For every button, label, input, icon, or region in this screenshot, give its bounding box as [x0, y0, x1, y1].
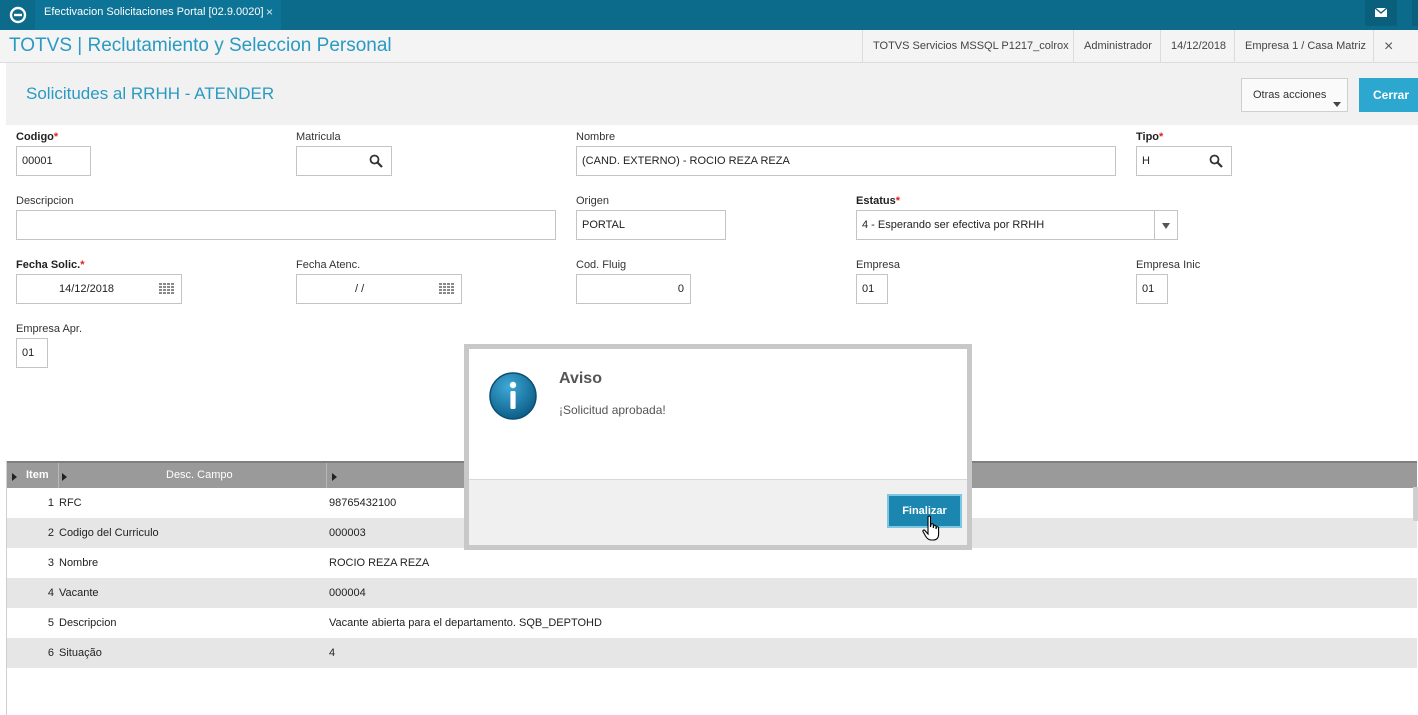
- tab-label: Efectivacion Solicitaciones Portal [02.9…: [44, 6, 264, 18]
- info-icon: [489, 372, 537, 420]
- empresa-apr-label: Empresa Apr.: [16, 323, 83, 335]
- row-desc: RFC: [59, 497, 82, 509]
- estatus-select[interactable]: 4 - Esperando ser efectiva por RRHH: [856, 210, 1178, 240]
- exit-button[interactable]: × Ex: [1373, 30, 1418, 87]
- user-info[interactable]: Administrador: [1073, 30, 1162, 63]
- row-value: 4: [329, 647, 336, 659]
- dropdown-divider: [1154, 211, 1155, 239]
- company-info[interactable]: Empresa 1 / Casa Matriz: [1234, 30, 1376, 63]
- otras-acciones-button[interactable]: Otras acciones: [1241, 78, 1348, 112]
- row-desc: Codigo del Curriculo: [59, 527, 159, 539]
- table-row[interactable]: 3 Nombre ROCIO REZA REZA: [7, 548, 1417, 578]
- dialog-body: Aviso ¡Solicitud aprobada!: [469, 349, 967, 479]
- tab-close-icon[interactable]: ×: [266, 0, 273, 24]
- column-label: Item: [26, 469, 49, 481]
- fecha-solic-value: 14/12/2018: [59, 283, 115, 295]
- dialog-title: Aviso: [559, 370, 602, 387]
- tab-efectivacion[interactable]: Efectivacion Solicitaciones Portal [02.9…: [35, 0, 281, 30]
- empresa-label: Empresa: [856, 259, 901, 271]
- otras-acciones-label: Otras acciones: [1253, 89, 1327, 101]
- mail-button[interactable]: [1365, 0, 1397, 26]
- mail-icon: [1374, 7, 1388, 17]
- chevron-down-icon: [1333, 102, 1341, 107]
- totvs-logo-icon[interactable]: [8, 5, 28, 25]
- top-bar: Efectivacion Solicitaciones Portal [02.9…: [0, 0, 1418, 30]
- app-header: TOTVS | Reclutamiento y Seleccion Person…: [0, 30, 1418, 87]
- search-icon[interactable]: [369, 154, 383, 168]
- fecha-solic-field[interactable]: 14/12/2018: [16, 274, 182, 304]
- chevron-down-icon[interactable]: [1162, 223, 1170, 229]
- fecha-atenc-label: Fecha Atenc.: [296, 259, 361, 271]
- empresa-apr-field[interactable]: 01: [16, 338, 48, 368]
- cerrar-button[interactable]: Cerrar: [1359, 78, 1418, 112]
- fecha-solic-label: Fecha Solic.*: [16, 259, 85, 271]
- close-icon: ×: [1384, 38, 1394, 55]
- tipo-value: H: [1142, 155, 1150, 167]
- estatus-value: 4 - Esperando ser efectiva por RRHH: [862, 219, 1045, 231]
- empresa-inic-field[interactable]: 01: [1136, 274, 1168, 304]
- row-item: 2: [47, 527, 54, 539]
- column-header-desc[interactable]: Desc. Campo: [59, 463, 327, 488]
- cod-fluig-label: Cod. Fluig: [576, 259, 627, 271]
- table-row[interactable]: 4 Vacante 000004: [7, 578, 1417, 608]
- row-value: Vacante abierta para el departamento. SQ…: [329, 617, 602, 629]
- calendar-icon[interactable]: [159, 283, 175, 296]
- origen-field[interactable]: PORTAL: [576, 210, 726, 240]
- tipo-field[interactable]: H: [1136, 146, 1232, 176]
- hand-cursor-icon: [922, 515, 940, 541]
- matricula-label: Matricula: [296, 131, 341, 143]
- grid-scrollbar[interactable]: [1413, 487, 1418, 521]
- aviso-dialog: Aviso ¡Solicitud aprobada! Finalizar: [464, 344, 972, 550]
- fecha-atenc-field[interactable]: / /: [296, 274, 462, 304]
- row-desc: Vacante: [59, 587, 99, 599]
- empresa-field[interactable]: 01: [856, 274, 888, 304]
- estatus-label: Estatus*: [856, 195, 901, 207]
- topbar-edge: [1412, 0, 1418, 26]
- tipo-label: Tipo*: [1136, 131, 1164, 143]
- row-item: 4: [47, 587, 54, 599]
- row-item: 1: [47, 497, 54, 509]
- app-title: TOTVS | Reclutamiento y Seleccion Person…: [9, 35, 392, 56]
- codigo-field[interactable]: 00001: [16, 146, 91, 176]
- search-icon[interactable]: [1209, 154, 1223, 168]
- nombre-field[interactable]: (CAND. EXTERNO) - ROCIO REZA REZA: [576, 146, 1116, 176]
- row-item: 6: [47, 647, 54, 659]
- expand-icon: [62, 473, 67, 481]
- form-header: Solicitudes al RRHH - ATENDER: [6, 63, 1418, 125]
- row-desc: Nombre: [59, 557, 99, 569]
- origen-label: Origen: [576, 195, 610, 207]
- row-item: 5: [47, 617, 54, 629]
- empresa-inic-label: Empresa Inic: [1136, 259, 1201, 271]
- column-label: Desc. Campo: [166, 469, 233, 481]
- nombre-label: Nombre: [576, 131, 616, 143]
- row-desc: Situação: [59, 647, 102, 659]
- descripcion-label: Descripcion: [16, 195, 74, 207]
- table-row[interactable]: 5 Descripcion Vacante abierta para el de…: [7, 608, 1417, 638]
- date-info[interactable]: 14/12/2018: [1160, 30, 1236, 63]
- table-row[interactable]: 6 Situação 4: [7, 638, 1417, 668]
- descripcion-field[interactable]: [16, 210, 556, 240]
- calendar-icon[interactable]: [439, 283, 455, 296]
- expand-icon: [332, 473, 337, 481]
- row-value: ROCIO REZA REZA: [329, 557, 430, 569]
- row-value: 000003: [329, 527, 366, 539]
- dialog-message: ¡Solicitud aprobada!: [559, 403, 666, 417]
- row-item: 3: [47, 557, 54, 569]
- server-info[interactable]: TOTVS Servicios MSSQL P1217_colrox: [862, 30, 1079, 63]
- column-header-item[interactable]: Item: [7, 463, 59, 488]
- page-title: Solicitudes al RRHH - ATENDER: [26, 84, 275, 103]
- matricula-field[interactable]: [296, 146, 392, 176]
- codigo-label: Codigo*: [16, 131, 59, 143]
- cod-fluig-field[interactable]: 0: [576, 274, 691, 304]
- fecha-atenc-value: / /: [355, 283, 365, 295]
- row-value: 000004: [329, 587, 366, 599]
- expand-icon: [12, 473, 17, 481]
- row-value: 98765432100: [329, 497, 397, 509]
- row-desc: Descripcion: [59, 617, 117, 629]
